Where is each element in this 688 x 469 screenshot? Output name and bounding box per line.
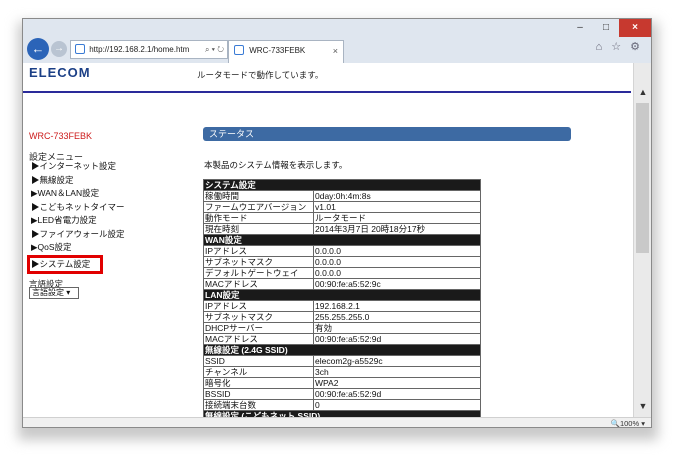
forward-button[interactable]: → [51,41,67,57]
row-label: DHCPサーバー [203,322,314,334]
row-value: elecom2g-a5529c [313,355,481,367]
page-content: ELECOM ルータモードで動作しています。 WRC-733FEBK 設定メニュ… [23,63,651,417]
tab-page-icon [234,45,244,55]
menu-item-system[interactable]: ▶システム設定 [27,254,103,274]
toolbar-icons[interactable]: ⌂ ☆ ⚙ [596,40,643,53]
tab-close-icon[interactable]: × [333,41,338,61]
table-row: 稼働時間 0day:0h:4m:8s [203,190,481,202]
menu-item-wan-lan[interactable]: ▶WAN＆LAN設定 [31,187,125,201]
tab-wrc-733febk[interactable]: WRC-733FEBK × [228,40,344,63]
table-row: MACアドレス 00:90:fe:a5:52:9c [203,278,481,290]
intro-text: 本製品のシステム情報を表示します。 [204,160,348,170]
row-value: v1.01 [313,201,481,213]
menu-item-internet[interactable]: ▶インターネット設定 [31,160,125,174]
table-row: BSSID 00:90:fe:a5:52:9d [203,388,481,400]
row-value: 3ch [313,366,481,378]
table-row: ファームウエアバージョン v1.01 [203,201,481,213]
settings-menu: ▶インターネット設定 ▶無線設定 ▶WAN＆LAN設定 ▶こどもネットタイマー … [27,160,125,274]
row-label: MACアドレス [203,278,314,290]
zoom-level[interactable]: 🔍100% ▾ [611,418,645,427]
back-button[interactable]: ← [27,38,49,60]
row-value: 0.0.0.0 [313,256,481,268]
row-label: チャンネル [203,366,314,378]
scroll-down-icon[interactable]: ▼ [634,401,651,415]
header-divider [23,91,631,93]
address-controls[interactable]: ⌕ ▾ ↻ [205,41,224,58]
table-row: DHCPサーバー 有効 [203,322,481,334]
table-row: IPアドレス 192.168.2.1 [203,300,481,312]
row-value: 0 [313,399,481,411]
table-row: MACアドレス 00:90:fe:a5:52:9d [203,333,481,345]
row-value: 00:90:fe:a5:52:9d [313,388,481,400]
address-bar[interactable]: http://192.168.2.1/home.htm ⌕ ▾ ↻ [70,40,228,59]
row-value: 2014年3月7日 20時18分17秒 [313,223,481,235]
menu-item-wireless[interactable]: ▶無線設定 [31,174,125,188]
row-value: 0day:0h:4m:8s [313,190,481,202]
row-label: IPアドレス [203,245,314,257]
row-label: サブネットマスク [203,256,314,268]
row-value: 有効 [313,322,481,334]
close-window-button[interactable]: × [619,19,651,37]
browser-titlebar: – □ × ← → http://192.168.2.1/home.htm ⌕ … [23,19,651,63]
maximize-button[interactable]: □ [593,19,619,37]
status-bar: 🔍100% ▾ [23,417,651,427]
row-label: 暗号化 [203,377,314,389]
row-label: SSID [203,355,314,367]
row-label: サブネットマスク [203,311,314,323]
row-value: ルータモード [313,212,481,224]
menu-item-firewall[interactable]: ▶ファイアウォール設定 [31,228,125,242]
row-label: BSSID [203,388,314,400]
vertical-scrollbar[interactable]: ▲ ▼ [633,63,651,417]
row-value: 00:90:fe:a5:52:9c [313,278,481,290]
table-row: サブネットマスク 0.0.0.0 [203,256,481,268]
status-table: システム設定 稼働時間 0day:0h:4m:8s ファームウエアバージョン v1.01… [203,179,481,417]
tab-title: WRC-733FEBK [249,46,306,55]
row-value: 192.168.2.1 [313,300,481,312]
table-row: IPアドレス 0.0.0.0 [203,245,481,257]
row-label: 稼働時間 [203,190,314,202]
language-select[interactable]: 言語設定 ▾ [29,287,79,299]
row-label: 現在時刻 [203,223,314,235]
menu-item-kids-timer[interactable]: ▶こどもネットタイマー [31,201,125,215]
table-row: 動作モード ルータモード [203,212,481,224]
table-row: 接続端末台数 0 [203,399,481,411]
row-label: 動作モード [203,212,314,224]
browser-window: – □ × ← → http://192.168.2.1/home.htm ⌕ … [22,18,652,428]
row-value: WPA2 [313,377,481,389]
row-value: 255.255.255.0 [313,311,481,323]
section-header-label: WAN設定 [203,234,481,246]
row-label: MACアドレス [203,333,314,345]
row-label: 接続端末台数 [203,399,314,411]
table-section-header: 無線設定 (2.4G SSID) [203,344,481,356]
table-row: サブネットマスク 255.255.255.0 [203,311,481,323]
table-section-header: LAN設定 [203,289,481,301]
menu-item-led-power[interactable]: ▶LED省電力設定 [31,214,125,228]
row-label: IPアドレス [203,300,314,312]
table-row: 現在時刻 2014年3月7日 20時18分17秒 [203,223,481,235]
section-header-label: LAN設定 [203,289,481,301]
row-value: 00:90:fe:a5:52:9d [313,333,481,345]
menu-item-qos[interactable]: ▶QoS設定 [31,241,125,255]
row-label: ファームウエアバージョン [203,201,314,213]
row-value: 0.0.0.0 [313,245,481,257]
scroll-up-icon[interactable]: ▲ [634,87,651,101]
minimize-button[interactable]: – [567,19,593,37]
table-row: SSID elecom2g-a5529c [203,355,481,367]
table-row: 暗号化 WPA2 [203,377,481,389]
table-section-header: システム設定 [203,179,481,191]
page-icon [75,44,85,54]
section-header-label: システム設定 [203,179,481,191]
section-title: ステータス [203,127,571,141]
table-row: チャンネル 3ch [203,366,481,378]
row-value: 0.0.0.0 [313,267,481,279]
mode-message: ルータモードで動作しています。 [197,70,324,80]
section-header-label: 無線設定 (2.4G SSID) [203,344,481,356]
table-row: デフォルトゲートウェイ 0.0.0.0 [203,267,481,279]
elecom-logo: ELECOM [29,65,91,80]
model-name: WRC-733FEBK [29,131,93,141]
scroll-thumb[interactable] [636,103,649,253]
address-text: http://192.168.2.1/home.htm [89,45,190,54]
table-section-header: WAN設定 [203,234,481,246]
row-label: デフォルトゲートウェイ [203,267,314,279]
